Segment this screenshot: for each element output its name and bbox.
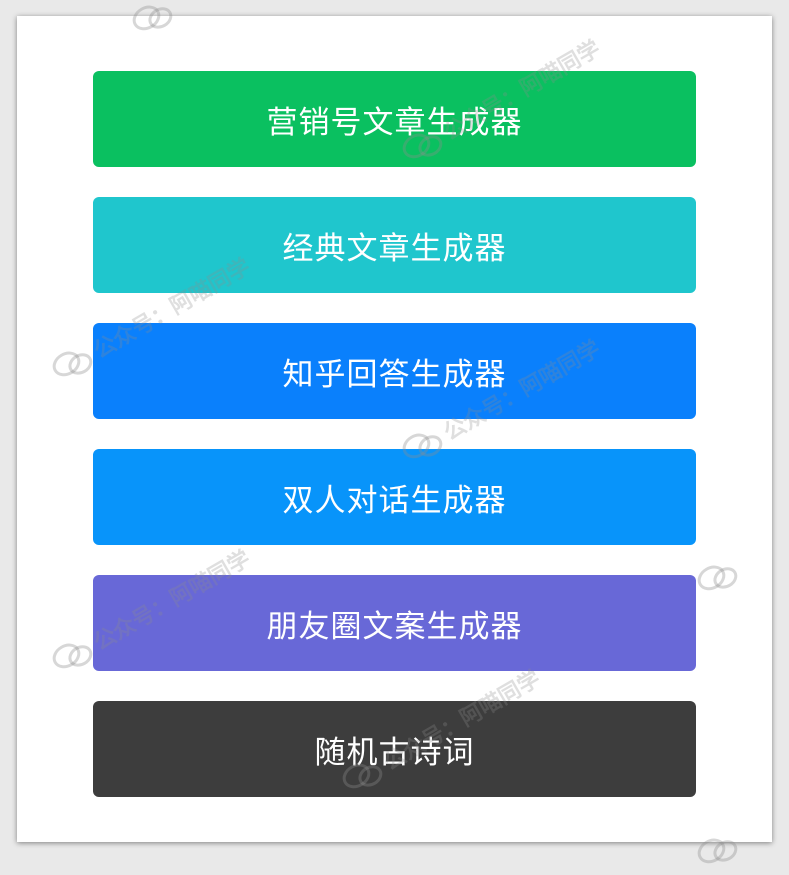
classic-article-generator-button[interactable]: 经典文章生成器 bbox=[93, 197, 696, 293]
button-label: 知乎回答生成器 bbox=[282, 356, 507, 393]
random-ancient-poem-button[interactable]: 随机古诗词 bbox=[93, 701, 696, 797]
marketing-article-generator-button[interactable]: 营销号文章生成器 bbox=[93, 71, 696, 167]
button-label: 营销号文章生成器 bbox=[266, 104, 523, 141]
zhihu-answer-generator-button[interactable]: 知乎回答生成器 bbox=[93, 323, 696, 419]
button-label: 朋友圈文案生成器 bbox=[266, 608, 523, 645]
moments-copy-generator-button[interactable]: 朋友圈文案生成器 bbox=[93, 575, 696, 671]
button-label: 双人对话生成器 bbox=[282, 482, 507, 519]
generator-menu-card: 营销号文章生成器 经典文章生成器 知乎回答生成器 双人对话生成器 朋友圈文案生成… bbox=[17, 16, 772, 842]
button-label: 经典文章生成器 bbox=[282, 230, 507, 267]
two-person-dialogue-generator-button[interactable]: 双人对话生成器 bbox=[93, 449, 696, 545]
button-label: 随机古诗词 bbox=[314, 734, 475, 771]
